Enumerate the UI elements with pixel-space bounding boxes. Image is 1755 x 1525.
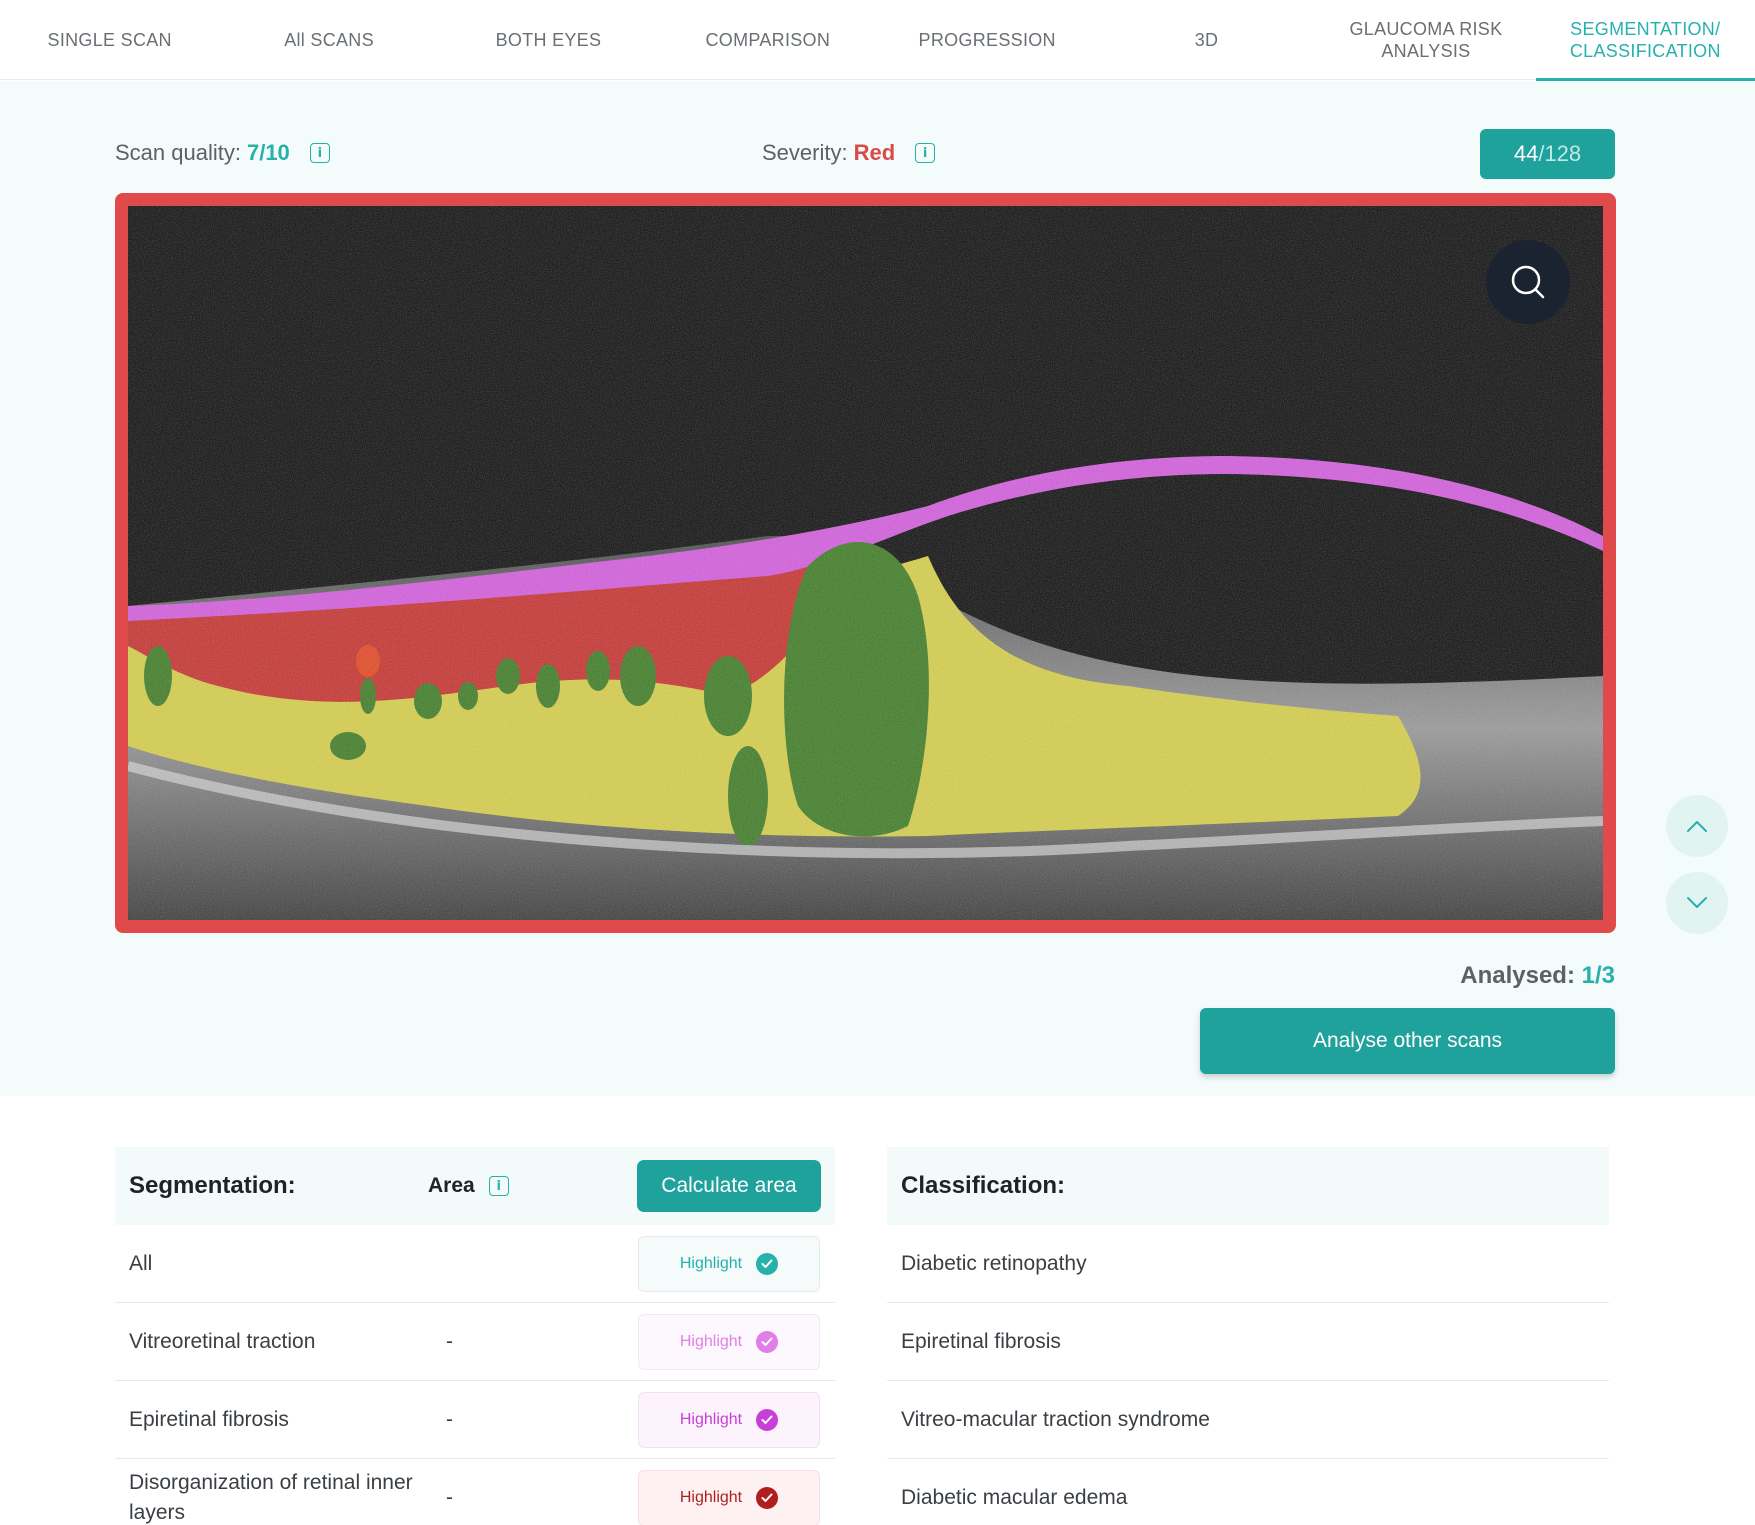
tab-3d[interactable]: 3D <box>1097 0 1316 80</box>
tab-comparison[interactable]: COMPARISON <box>658 0 877 80</box>
tab-all-scans[interactable]: All SCANS <box>219 0 438 80</box>
check-icon <box>756 1331 779 1353</box>
tab-glaucoma-risk-analysis[interactable]: GLAUCOMA RISK ANALYSIS <box>1316 0 1535 80</box>
severity: Severity: Red i <box>762 140 936 166</box>
info-icon[interactable]: i <box>488 1176 509 1196</box>
search-icon <box>1511 265 1545 299</box>
severity-value: Red <box>853 140 896 165</box>
calculate-area-button[interactable]: Calculate area <box>637 1160 821 1212</box>
highlight-all-button[interactable]: Highlight <box>638 1236 820 1292</box>
segmentation-row: Disorganization of retinal inner layers … <box>115 1459 835 1525</box>
segmentation-panel: Segmentation: Area i Calculate area All … <box>115 1147 835 1525</box>
analysed-label: Analysed: <box>1460 962 1575 989</box>
segment-area: - <box>446 1407 453 1431</box>
tab-both-eyes[interactable]: BOTH EYES <box>439 0 658 80</box>
classification-panel: Classification: Diabetic retinopathy Epi… <box>887 1147 1609 1525</box>
chevron-up-icon <box>1687 821 1707 832</box>
segmentation-row: Epiretinal fibrosis - Highlight <box>115 1381 835 1459</box>
classification-title: Classification: <box>901 1172 1066 1199</box>
highlight-epiretinal-fibrosis-button[interactable]: Highlight <box>638 1392 820 1448</box>
oct-segmentation-overlay <box>128 206 1603 920</box>
analyse-other-scans-button[interactable]: Analyse other scans <box>1200 1008 1615 1074</box>
info-icon[interactable]: i <box>915 143 936 163</box>
check-icon <box>756 1409 779 1431</box>
scan-quality-label: Scan quality: <box>115 140 241 165</box>
severity-label: Severity: <box>762 140 848 165</box>
classification-header: Classification: <box>887 1147 1609 1225</box>
check-icon <box>756 1253 779 1275</box>
tab-segmentation-classification[interactable]: SEGMENTATION/ CLASSIFICATION <box>1535 0 1755 81</box>
tab-single-scan[interactable]: SINGLE SCAN <box>0 0 219 80</box>
segmentation-title: Segmentation: <box>129 1172 296 1199</box>
info-icon[interactable]: i <box>309 143 330 163</box>
area-column-header: Area i <box>428 1174 509 1198</box>
classification-label: Epiretinal fibrosis <box>901 1329 1061 1353</box>
segmentation-header: Segmentation: Area i Calculate area <box>115 1147 835 1225</box>
classification-label: Diabetic macular edema <box>901 1485 1128 1509</box>
classification-label: Vitreo-macular traction syndrome <box>901 1407 1210 1431</box>
tab-progression[interactable]: PROGRESSION <box>878 0 1097 80</box>
analysed-value: 1/3 <box>1581 962 1615 989</box>
segment-label: Epiretinal fibrosis <box>129 1407 289 1431</box>
scan-quality: Scan quality: 7/10 i <box>115 140 330 166</box>
scan-counter[interactable]: 44/128 <box>1480 129 1615 179</box>
classification-row: Diabetic retinopathy <box>887 1225 1609 1303</box>
highlight-vitreoretinal-traction-button[interactable]: Highlight <box>638 1314 820 1370</box>
classification-label: Diabetic retinopathy <box>901 1251 1087 1275</box>
analysed-count: Analysed: 1/3 <box>1460 962 1615 990</box>
speckle-noise <box>128 206 1603 920</box>
highlight-label: Highlight <box>679 1411 743 1428</box>
area-label: Area <box>428 1174 475 1197</box>
segment-area: - <box>446 1485 453 1509</box>
highlight-label: Highlight <box>679 1489 743 1506</box>
scan-quality-value: 7/10 <box>246 140 290 165</box>
scan-counter-current: 44 <box>1513 141 1539 166</box>
scan-counter-total: /128 <box>1538 141 1582 166</box>
check-icon <box>756 1487 779 1509</box>
scroll-down-button[interactable] <box>1666 872 1728 934</box>
view-tabs: SINGLE SCAN All SCANS BOTH EYES COMPARIS… <box>0 0 1755 81</box>
classification-row: Diabetic macular edema <box>887 1459 1609 1525</box>
segment-label: All <box>129 1251 153 1275</box>
highlight-label: Highlight <box>679 1255 743 1272</box>
segmentation-row: Vitreoretinal traction - Highlight <box>115 1303 835 1381</box>
chevron-down-icon <box>1687 897 1707 908</box>
classification-row: Vitreo-macular traction syndrome <box>887 1381 1609 1459</box>
zoom-button[interactable] <box>1486 240 1570 324</box>
segmentation-row: All Highlight <box>115 1225 835 1303</box>
segment-area: - <box>446 1329 453 1353</box>
segment-label: Disorganization of retinal inner layers <box>129 1470 413 1524</box>
scroll-up-button[interactable] <box>1666 795 1728 857</box>
oct-scan-image <box>115 193 1616 933</box>
classification-row: Epiretinal fibrosis <box>887 1303 1609 1381</box>
highlight-label: Highlight <box>679 1333 743 1350</box>
segment-label: Vitreoretinal traction <box>129 1329 316 1353</box>
highlight-disorganization-button[interactable]: Highlight <box>638 1470 820 1525</box>
